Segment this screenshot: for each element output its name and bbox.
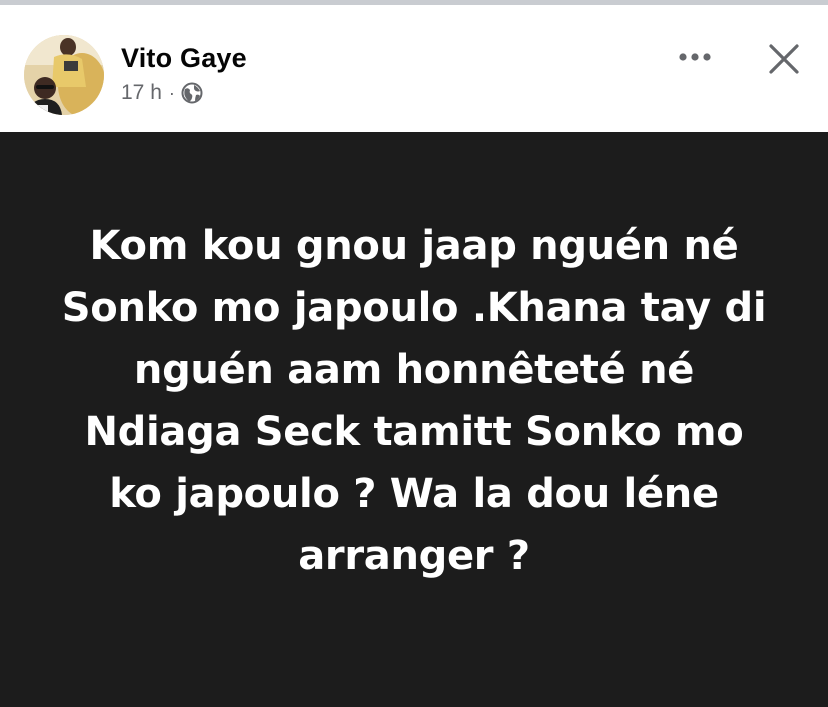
avatar-photo	[24, 35, 104, 115]
globe-icon[interactable]	[181, 82, 203, 104]
post-meta: 17 h ·	[121, 81, 203, 105]
author-name[interactable]: Vito Gaye	[121, 43, 247, 74]
post-timestamp[interactable]: 17 h	[121, 81, 162, 105]
post-header: Vito Gaye 17 h ·	[0, 5, 828, 132]
avatar[interactable]	[24, 35, 104, 115]
close-button[interactable]	[760, 35, 808, 83]
more-horizontal-icon	[679, 53, 711, 61]
post-content: Kom kou gnou jaap nguén né Sonko mo japo…	[0, 132, 828, 707]
post-text: Kom kou gnou jaap nguén né Sonko mo japo…	[61, 222, 767, 579]
meta-separator: ·	[168, 82, 175, 103]
close-icon	[769, 44, 799, 74]
more-options-button[interactable]	[671, 37, 719, 77]
